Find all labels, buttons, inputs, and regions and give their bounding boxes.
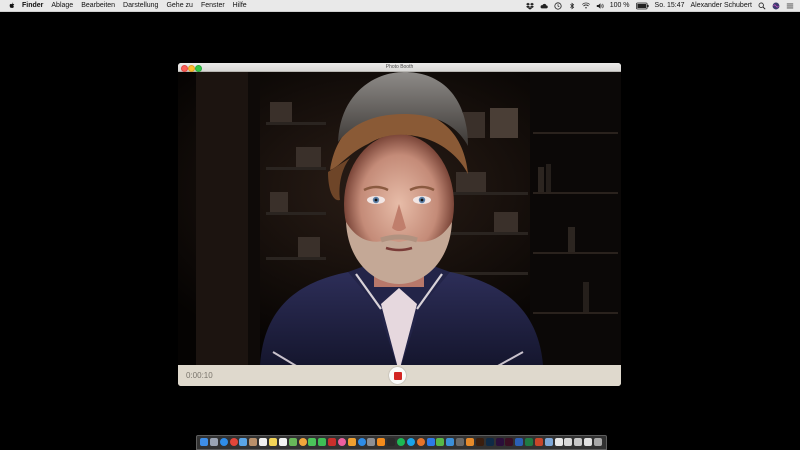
dropbox-icon[interactable] [426,438,435,446]
window-titlebar[interactable]: Photo Booth [178,63,621,72]
bluetooth-icon[interactable] [568,2,576,10]
premiere-icon[interactable] [495,438,504,446]
volume-icon[interactable] [596,2,604,10]
window-title: Photo Booth [385,64,414,70]
terminal-icon[interactable] [387,438,396,446]
camera-preview [178,72,621,365]
ibooks-icon[interactable] [347,438,356,446]
menu-finder[interactable]: Finder [22,0,43,11]
stop-icon [393,371,402,380]
notification-center-icon[interactable] [786,2,794,10]
xcode-icon[interactable] [446,438,455,446]
menubar-clock[interactable]: So. 15:47 [655,0,685,11]
vlc-icon[interactable] [377,438,386,446]
itunes-icon[interactable] [337,438,346,446]
menubar-user[interactable]: Alexander Schubert [691,0,752,11]
dock [196,435,607,450]
document-icon[interactable] [554,438,563,446]
menu-fenster[interactable]: Fenster [201,0,225,11]
spotlight-search-icon[interactable] [758,2,766,10]
menu-hilfe[interactable]: Hilfe [233,0,247,11]
menu-gehe-zu[interactable]: Gehe zu [166,0,192,11]
photo-booth-window: Photo Booth 0:00:10 [178,63,621,386]
indesign-icon[interactable] [505,438,514,446]
dock-items [200,438,603,448]
finder-icon[interactable] [200,438,208,446]
spotify-icon[interactable] [397,438,405,446]
time-machine-icon[interactable] [554,1,562,10]
logic-icon[interactable] [456,438,465,446]
preview-icon[interactable] [544,438,553,446]
menu-darstellung[interactable]: Darstellung [123,0,158,11]
trash-icon[interactable] [594,438,602,446]
mail-icon[interactable] [239,438,248,446]
skype-icon[interactable] [406,438,415,446]
chrome-icon[interactable] [229,438,238,446]
launchpad-icon[interactable] [209,438,218,446]
illustrator-icon[interactable] [475,438,484,446]
app-store-icon[interactable] [357,438,366,446]
cloud-icon[interactable] [540,2,548,10]
recording-timer: 0:00:10 [186,371,213,380]
document-icon[interactable] [564,438,573,446]
right-bookshelf [530,72,621,365]
evernote-icon[interactable] [436,438,445,446]
photo-booth-toolbar: 0:00:10 [178,365,621,386]
excel-icon[interactable] [525,438,534,446]
status-area: 100 % So. 15:47 Alexander Schubert [520,0,794,11]
apple-menu-icon[interactable] [9,2,15,9]
menu-ablage[interactable]: Ablage [51,0,73,11]
calendar-icon[interactable] [259,438,268,446]
facetime-icon[interactable] [318,438,327,446]
dropbox-icon[interactable] [525,2,534,10]
photos-icon[interactable] [298,438,307,446]
powerpoint-icon[interactable] [534,438,543,446]
door-frame [196,72,248,365]
contacts-icon[interactable] [249,438,258,446]
garageband-icon[interactable] [465,438,474,446]
siri-icon[interactable] [772,2,780,10]
word-icon[interactable] [515,438,524,446]
firefox-icon[interactable] [416,438,425,446]
wifi-icon[interactable] [581,2,590,10]
reminders-icon[interactable] [278,438,287,446]
battery-icon[interactable] [635,2,649,10]
menu-bar: Finder Ablage Bearbeiten Darstellung Geh… [0,0,800,12]
downloads-stack-icon[interactable] [574,438,583,446]
messages-icon[interactable] [308,438,317,446]
photo-booth-icon[interactable] [328,438,337,446]
safari-icon[interactable] [219,438,228,446]
photoshop-icon[interactable] [485,438,494,446]
stop-recording-button[interactable] [389,367,406,384]
system-preferences-icon[interactable] [367,438,376,446]
notes-icon[interactable] [268,438,277,446]
maps-icon[interactable] [288,438,297,446]
menu-bearbeiten[interactable]: Bearbeiten [81,0,115,11]
document-icon[interactable] [584,438,593,446]
battery-percentage[interactable]: 100 % [610,0,630,11]
